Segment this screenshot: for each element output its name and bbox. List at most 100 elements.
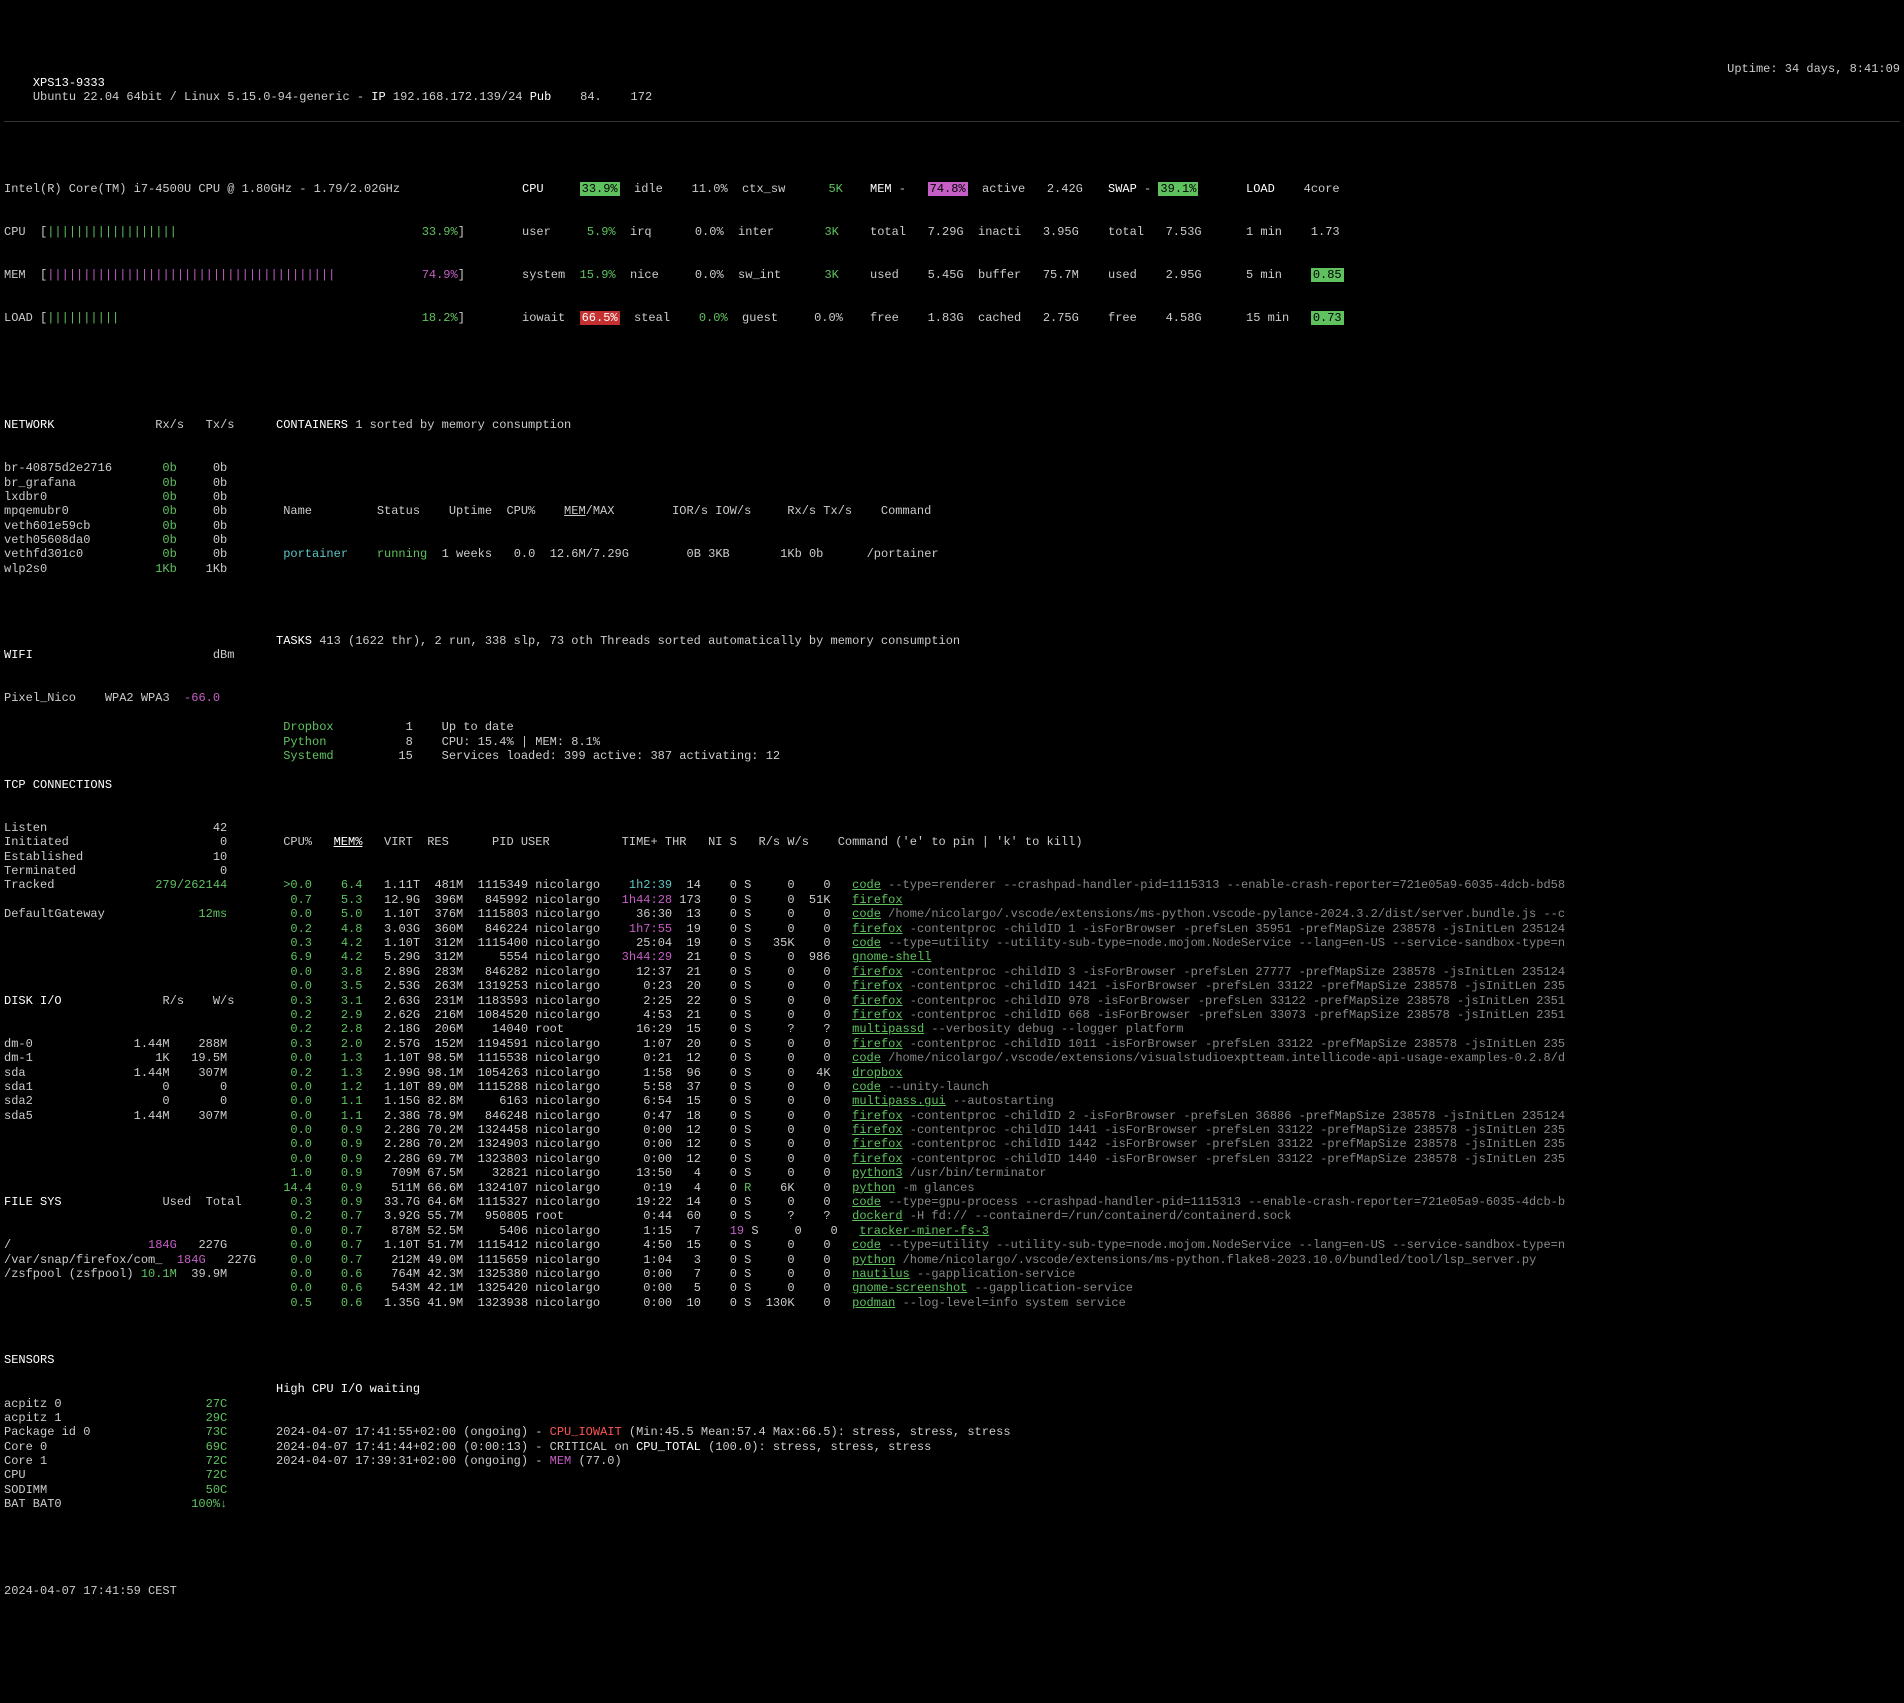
cpu-summary: Intel(R) Core(TM) i7-4500U CPU @ 1.80GHz… xyxy=(4,153,514,354)
container-name: portainer xyxy=(283,547,348,561)
process-row[interactable]: 0.2 2.8 2.18G 206M 14040 root 16:29 15 0… xyxy=(276,1022,1900,1036)
cpu-bar-label: CPU xyxy=(4,225,26,239)
pub-label: Pub xyxy=(530,90,552,104)
load-core: 4core xyxy=(1304,182,1340,196)
swap-pct: 39.1% xyxy=(1158,182,1198,196)
wifi-dbm: -66.0 xyxy=(184,691,220,705)
pub-ip: 84. 172 xyxy=(559,90,653,104)
sensor-row: acpitz 0 27C xyxy=(4,1397,264,1411)
process-row[interactable]: 0.5 0.6 1.35G 41.9M 1323938 nicolargo 0:… xyxy=(276,1296,1900,1310)
network-row: vethfd301c0 0b 0b xyxy=(4,547,264,561)
fs-row: /zsfpool (zsfpool) 10.1M 39.9M xyxy=(4,1267,264,1281)
diskio-title: DISK I/O xyxy=(4,994,62,1008)
app-row: Systemd 15 Services loaded: 399 active: … xyxy=(276,749,1900,763)
tcp-row xyxy=(4,893,264,907)
sensor-row: SODIMM 50C xyxy=(4,1483,264,1497)
uptime-label: Uptime: xyxy=(1727,62,1777,76)
process-row[interactable]: 0.0 1.1 2.38G 78.9M 846248 nicolargo 0:4… xyxy=(276,1109,1900,1123)
process-row[interactable]: 0.0 3.8 2.89G 283M 846282 nicolargo 12:3… xyxy=(276,965,1900,979)
os-info: Ubuntu 22.04 64bit / Linux 5.15.0-94-gen… xyxy=(33,90,350,104)
alert-row: 2024-04-07 17:41:44+02:00 (0:00:13) - CR… xyxy=(276,1440,1900,1454)
process-row[interactable]: 0.0 5.0 1.10T 376M 1115803 nicolargo 36:… xyxy=(276,907,1900,921)
process-row[interactable]: 0.2 0.7 3.92G 55.7M 950805 root 0:44 60 … xyxy=(276,1209,1900,1223)
sensor-row: Core 0 69C xyxy=(4,1440,264,1454)
network-row: mpqemubr0 0b 0b xyxy=(4,504,264,518)
process-row[interactable]: 0.0 0.7 212M 49.0M 1115659 nicolargo 1:0… xyxy=(276,1253,1900,1267)
fs-row: /var/snap/firefox/com_ 184G 227G xyxy=(4,1253,264,1267)
process-row[interactable]: 0.0 1.2 1.10T 89.0M 1115288 nicolargo 5:… xyxy=(276,1080,1900,1094)
network-title: NETWORK xyxy=(4,418,54,432)
diskio-row: dm-0 1.44M 288M xyxy=(4,1037,264,1051)
swap-title: SWAP xyxy=(1108,182,1137,196)
cpu-bar-pct: 33.9% xyxy=(422,225,458,239)
process-row[interactable]: 0.0 0.9 2.28G 70.2M 1324458 nicolargo 0:… xyxy=(276,1123,1900,1137)
mem-total-pct: 74.8% xyxy=(928,182,968,196)
sensor-row: CPU 72C xyxy=(4,1468,264,1482)
tcp-row: DefaultGateway 12ms xyxy=(4,907,264,921)
process-row[interactable]: 0.2 4.8 3.03G 360M 846224 nicolargo 1h7:… xyxy=(276,922,1900,936)
top-stats: Intel(R) Core(TM) i7-4500U CPU @ 1.80GHz… xyxy=(4,153,1900,354)
tcp-row: Listen 42 xyxy=(4,821,264,835)
tasks-title: TASKS xyxy=(276,634,312,648)
alert-row: 2024-04-07 17:41:55+02:00 (ongoing) - CP… xyxy=(276,1425,1900,1439)
main-content: CONTAINERS 1 sorted by memory consumptio… xyxy=(276,389,1900,1627)
process-row[interactable]: 0.3 4.2 1.10T 312M 1115400 nicolargo 25:… xyxy=(276,936,1900,950)
alert-row: 2024-04-07 17:39:31+02:00 (ongoing) - ME… xyxy=(276,1454,1900,1468)
process-row[interactable]: 0.0 0.7 1.10T 51.7M 1115412 nicolargo 4:… xyxy=(276,1238,1900,1252)
process-row[interactable]: 0.0 1.1 1.15G 82.8M 6163 nicolargo 6:54 … xyxy=(276,1094,1900,1108)
network-row: wlp2s0 1Kb 1Kb xyxy=(4,562,264,576)
network-row: br-40875d2e2716 0b 0b xyxy=(4,461,264,475)
process-row[interactable]: 0.3 2.0 2.57G 152M 1194591 nicolargo 1:0… xyxy=(276,1037,1900,1051)
process-row[interactable]: 0.3 3.1 2.63G 231M 1183593 nicolargo 2:2… xyxy=(276,994,1900,1008)
tcp-row: Established 10 xyxy=(4,850,264,864)
containers-title: CONTAINERS xyxy=(276,418,348,432)
sensor-row: acpitz 1 29C xyxy=(4,1411,264,1425)
hostname: XPS13-9333 xyxy=(33,76,105,90)
process-row[interactable]: 0.0 0.6 764M 42.3M 1325380 nicolargo 0:0… xyxy=(276,1267,1900,1281)
process-row[interactable]: 0.0 1.3 1.10T 98.5M 1115538 nicolargo 0:… xyxy=(276,1051,1900,1065)
wifi-ssid: Pixel_Nico xyxy=(4,691,76,705)
process-row[interactable]: 0.0 0.9 2.28G 70.2M 1324903 nicolargo 0:… xyxy=(276,1137,1900,1151)
app-row: Dropbox 1 Up to date xyxy=(276,720,1900,734)
cpu-total: 33.9% xyxy=(580,182,620,196)
process-row[interactable]: 0.0 0.7 878M 52.5M 5406 nicolargo 1:15 7… xyxy=(276,1224,1900,1238)
ip-val: 192.168.172.139/24 xyxy=(393,90,523,104)
process-row[interactable]: 0.0 0.9 2.28G 69.7M 1323803 nicolargo 0:… xyxy=(276,1152,1900,1166)
ip-label: IP xyxy=(371,90,385,104)
process-row[interactable]: 0.2 1.3 2.99G 98.1M 1054263 nicolargo 1:… xyxy=(276,1066,1900,1080)
load-block: LOAD 4core 1 min 1.73 5 min 0.85 15 min … xyxy=(1246,153,1386,354)
process-row[interactable]: 0.3 0.9 33.7G 64.6M 1115327 nicolargo 19… xyxy=(276,1195,1900,1209)
process-row[interactable]: 0.0 3.5 2.53G 263M 1319253 nicolargo 0:2… xyxy=(276,979,1900,993)
load-title: LOAD xyxy=(1246,182,1275,196)
cpu-block-title: CPU xyxy=(522,182,544,196)
process-row[interactable]: 1.0 0.9 709M 67.5M 32821 nicolargo 13:50… xyxy=(276,1166,1900,1180)
load-bar-label: LOAD xyxy=(4,311,33,325)
network-row: veth601e59cb 0b 0b xyxy=(4,519,264,533)
fs-row: / 184G 227G xyxy=(4,1238,264,1252)
process-row[interactable]: 6.9 4.2 5.29G 312M 5554 nicolargo 3h44:2… xyxy=(276,950,1900,964)
network-row: br_grafana 0b 0b xyxy=(4,476,264,490)
wifi-title: WIFI xyxy=(4,648,33,662)
tcp-title: TCP CONNECTIONS xyxy=(4,778,112,792)
process-row[interactable]: 0.7 5.3 12.9G 396M 845992 nicolargo 1h44… xyxy=(276,893,1900,907)
network-row: veth05608da0 0b 0b xyxy=(4,533,264,547)
sensor-row: Package id 0 73C xyxy=(4,1425,264,1439)
diskio-row: sda1 0 0 xyxy=(4,1080,264,1094)
swap-block: SWAP - 39.1% total 7.53G used 2.95G free… xyxy=(1108,153,1238,354)
mem-block: MEM - 74.8% active 2.42G total 7.29G ina… xyxy=(870,153,1100,354)
process-row[interactable]: 14.4 0.9 511M 66.6M 1324107 nicolargo 0:… xyxy=(276,1181,1900,1195)
sensor-row: Core 1 72C xyxy=(4,1454,264,1468)
cpu-model: Intel(R) Core(TM) i7-4500U CPU @ 1.80GHz… xyxy=(4,182,514,196)
diskio-row: dm-1 1K 19.5M xyxy=(4,1051,264,1065)
header-bar: XPS13-9333 Ubuntu 22.04 64bit / Linux 5.… xyxy=(4,62,1900,123)
process-row[interactable]: 0.2 2.9 2.62G 216M 1084520 nicolargo 4:5… xyxy=(276,1008,1900,1022)
filesys-title: FILE SYS xyxy=(4,1195,62,1209)
left-sidebar: NETWORK Rx/s Tx/s br-40875d2e2716 0b 0bb… xyxy=(4,389,264,1627)
app-row: Python 8 CPU: 15.4% | MEM: 8.1% xyxy=(276,735,1900,749)
process-row[interactable]: 0.0 0.6 543M 42.1M 1325420 nicolargo 0:0… xyxy=(276,1281,1900,1295)
mem-bar-label: MEM xyxy=(4,268,26,282)
mem-bar-pct: 74.9% xyxy=(422,268,458,282)
diskio-row: sda5 1.44M 307M xyxy=(4,1109,264,1123)
process-row[interactable]: >0.0 6.4 1.11T 481M 1115349 nicolargo 1h… xyxy=(276,878,1900,892)
uptime-val: 34 days, 8:41:09 xyxy=(1785,62,1900,76)
